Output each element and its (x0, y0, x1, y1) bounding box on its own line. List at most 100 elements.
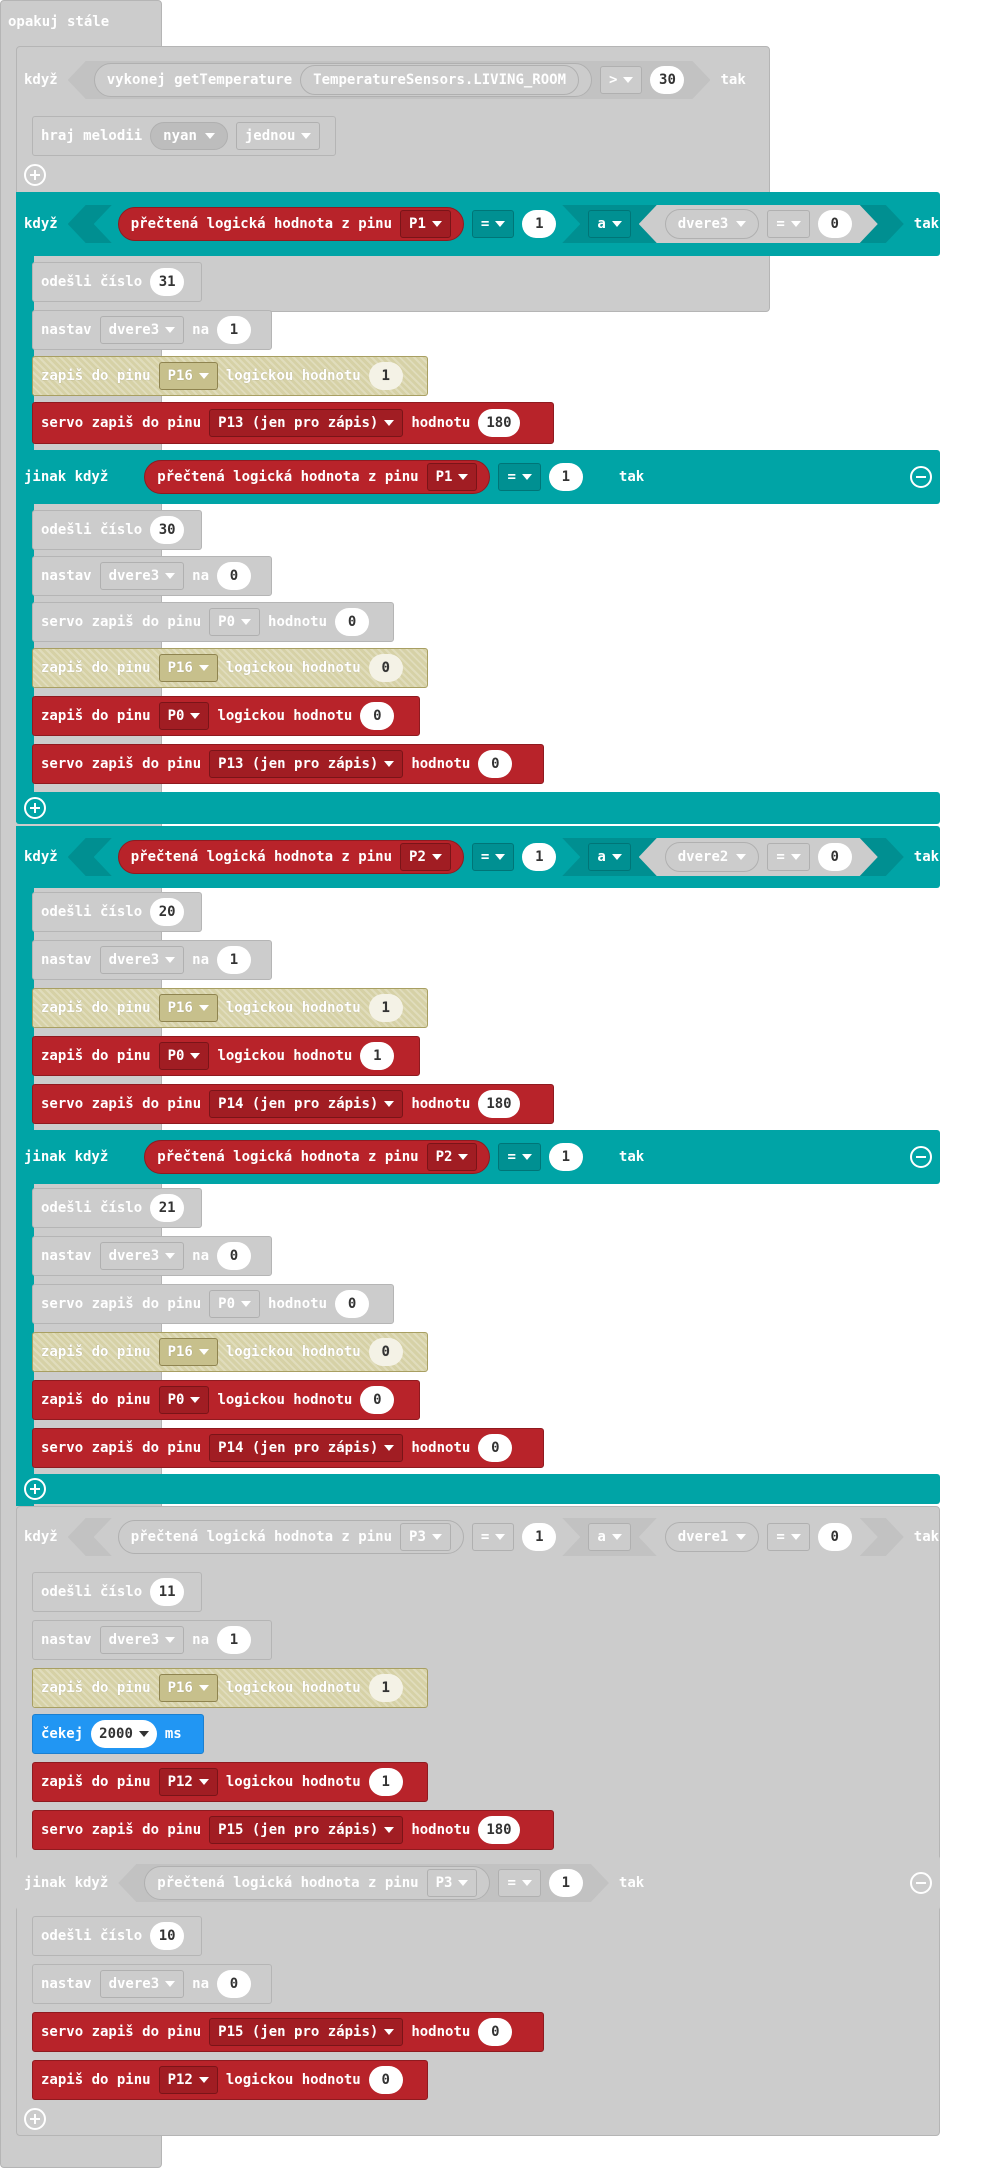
if4-var-eq-dropdown[interactable]: = (767, 1523, 809, 1551)
pin-dropdown[interactable]: P12 (158, 2066, 218, 2094)
if1-call-block[interactable]: vykonej getTemperature TemperatureSensor… (94, 63, 592, 97)
send-value[interactable]: 31 (150, 268, 185, 296)
send-value[interactable]: 11 (150, 1578, 185, 1606)
pin-dropdown[interactable]: P16 (158, 362, 218, 390)
digital-write-block[interactable]: zapiš do pinu P16 logickou hodnotu 1 (32, 1668, 428, 1708)
remove-elseif-icon[interactable] (910, 466, 932, 488)
digital-write-block[interactable]: zapiš do pinu P16 logickou hodnotu 1 (32, 988, 428, 1028)
send-number-block[interactable]: odešli číslo 20 (32, 892, 202, 932)
if2-elseif-compare[interactable]: přečtená logická hodnota z pinu P1 = 1 (118, 458, 609, 496)
if4-elseif-header[interactable]: jinak když přečtená logická hodnota z pi… (16, 1856, 940, 1910)
if3-digital-read-block[interactable]: přečtená logická hodnota z pinu P2 (118, 840, 464, 874)
if3-elseif-eq-dropdown[interactable]: = (498, 1143, 540, 1171)
if4-add-icon[interactable] (24, 2108, 46, 2130)
if4-elseif-pin-dropdown[interactable]: P3 (427, 1869, 478, 1897)
pin-dropdown[interactable]: P16 (158, 1338, 218, 1366)
write-value[interactable]: 1 (368, 1674, 403, 1702)
servo-write-block[interactable]: servo zapiš do pinu P15 (jen pro zápis) … (32, 2012, 544, 2052)
if2-compare[interactable]: přečtená logická hodnota z pinu P1 = 1 (94, 205, 581, 243)
var-dropdown[interactable]: dvere3 (99, 1626, 185, 1654)
if2-pin-dropdown[interactable]: P1 (400, 210, 451, 238)
if3-elseif-value[interactable]: 1 (549, 1143, 583, 1171)
if4-value[interactable]: 1 (522, 1523, 556, 1551)
if2-elseif-eq-dropdown[interactable]: = (498, 463, 540, 491)
pin-dropdown[interactable]: P16 (158, 994, 218, 1022)
servo-value[interactable]: 180 (478, 1090, 520, 1118)
pause-block[interactable]: čekej 2000 ms (32, 1714, 204, 1754)
if3-var-eq-dropdown[interactable]: = (767, 843, 809, 871)
pin-dropdown[interactable]: P16 (158, 654, 218, 682)
set-value[interactable]: 0 (217, 562, 252, 590)
set-var-block[interactable]: nastav dvere3 na 1 (32, 310, 272, 350)
if3-var-compare[interactable]: dvere2 = 0 (639, 838, 878, 876)
write-value[interactable]: 1 (368, 994, 403, 1022)
remove-elseif-icon[interactable] (910, 1146, 932, 1168)
play-melody-block[interactable]: hraj melodii nyan jednou (32, 116, 336, 156)
send-value[interactable]: 21 (150, 1194, 185, 1222)
servo-value[interactable]: 180 (478, 1816, 520, 1844)
send-number-block[interactable]: odešli číslo 31 (32, 262, 202, 302)
pin-dropdown[interactable]: P0 (158, 1042, 210, 1070)
servo-write-block[interactable]: servo zapiš do pinu P14 (jen pro zápis) … (32, 1428, 544, 1468)
if3-elseif-header[interactable]: jinak když přečtená logická hodnota z pi… (16, 1130, 940, 1184)
repeat-dropdown[interactable]: jednou (235, 122, 321, 150)
if2-var-value[interactable]: 0 (818, 210, 852, 238)
if3-and-dropdown[interactable]: a (588, 843, 630, 871)
servo-value[interactable]: 0 (335, 608, 370, 636)
pin-dropdown[interactable]: P16 (158, 1674, 218, 1702)
if3-var-value[interactable]: 0 (818, 843, 852, 871)
servo-pin-dropdown[interactable]: P14 (jen pro zápis) (209, 1434, 404, 1462)
if4-and-dropdown[interactable]: a (588, 1523, 630, 1551)
set-value[interactable]: 0 (217, 1242, 252, 1270)
if3-value[interactable]: 1 (522, 843, 556, 871)
if3-elseif-compare[interactable]: přečtená logická hodnota z pinu P2 = 1 (118, 1138, 609, 1176)
if1-sensor-enum[interactable]: TemperatureSensors.LIVING_ROOM (300, 65, 579, 95)
if4-var-value[interactable]: 0 (818, 1523, 852, 1551)
digital-write-block[interactable]: zapiš do pinu P16 logickou hodnotu 0 (32, 1332, 428, 1372)
pin-dropdown[interactable]: P0 (158, 702, 210, 730)
send-number-block[interactable]: odešli číslo 21 (32, 1188, 202, 1228)
servo-value[interactable]: 0 (478, 750, 513, 778)
write-value[interactable]: 0 (360, 1386, 395, 1414)
pin-dropdown[interactable]: P12 (158, 1768, 218, 1796)
if3-var-pill[interactable]: dvere2 (665, 842, 760, 872)
servo-value[interactable]: 0 (478, 1434, 513, 1462)
if2-elseif-header[interactable]: jinak když přečtená logická hodnota z pi… (16, 450, 940, 504)
if4-elseif-read-block[interactable]: přečtená logická hodnota z pinu P3 (144, 1866, 490, 1900)
servo-pin-dropdown[interactable]: P0 (209, 608, 261, 636)
set-var-block[interactable]: nastav dvere3 na 1 (32, 940, 272, 980)
if3-add-icon[interactable] (24, 1478, 46, 1500)
if4-elseif-value[interactable]: 1 (549, 1869, 583, 1897)
if2-condition[interactable]: přečtená logická hodnota z pinu P1 = 1 a… (68, 205, 904, 243)
write-value[interactable]: 1 (368, 362, 403, 390)
set-value[interactable]: 0 (217, 1970, 252, 1998)
if3-elseif-pin-dropdown[interactable]: P2 (427, 1143, 478, 1171)
if3-pin-dropdown[interactable]: P2 (400, 843, 451, 871)
write-value[interactable]: 1 (368, 1768, 403, 1796)
if4-eq-dropdown[interactable]: = (472, 1523, 514, 1551)
write-value[interactable]: 0 (368, 2066, 403, 2094)
if3-header[interactable]: když přečtená logická hodnota z pinu P2 … (16, 826, 940, 888)
if2-header[interactable]: když přečtená logická hodnota z pinu P1 … (16, 192, 940, 256)
servo-pin-dropdown[interactable]: P15 (jen pro zápis) (209, 1816, 404, 1844)
servo-pin-dropdown[interactable]: P13 (jen pro zápis) (209, 409, 404, 437)
var-dropdown[interactable]: dvere3 (99, 316, 185, 344)
write-value[interactable]: 0 (368, 1338, 403, 1366)
if1-add-icon[interactable] (24, 164, 46, 186)
digital-write-block[interactable]: zapiš do pinu P12 logickou hodnotu 1 (32, 1762, 428, 1802)
if2-elseif-value[interactable]: 1 (549, 463, 583, 491)
if1-condition[interactable]: vykonej getTemperature TemperatureSensor… (68, 61, 711, 99)
if1-value[interactable]: 30 (650, 66, 684, 94)
if4-var-pill[interactable]: dvere1 (665, 1522, 760, 1552)
servo-pin-dropdown[interactable]: P0 (209, 1290, 261, 1318)
servo-pin-dropdown[interactable]: P15 (jen pro zápis) (209, 2018, 404, 2046)
set-value[interactable]: 1 (217, 946, 252, 974)
if3-eq-dropdown[interactable]: = (472, 843, 514, 871)
servo-write-block[interactable]: servo zapiš do pinu P0 hodnotu 0 (32, 1284, 394, 1324)
pause-dropdown[interactable]: 2000 (91, 1720, 157, 1748)
if1-op-dropdown[interactable]: > (600, 66, 642, 94)
if2-value[interactable]: 1 (522, 210, 556, 238)
if2-var-pill[interactable]: dvere3 (665, 209, 760, 239)
send-value[interactable]: 30 (150, 516, 185, 544)
if3-compare[interactable]: přečtená logická hodnota z pinu P2 = 1 (94, 838, 581, 876)
